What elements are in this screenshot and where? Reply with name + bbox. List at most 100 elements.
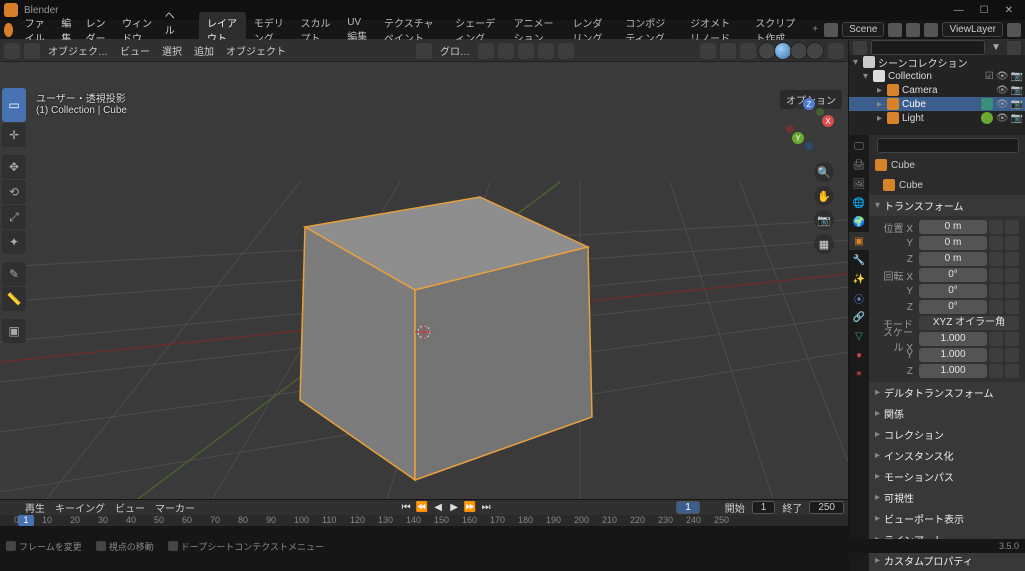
play-button[interactable]: ▶ (447, 501, 461, 515)
header-menu-add[interactable]: 追加 (190, 43, 218, 58)
panel-header-viewport[interactable]: ▸ビューポート表示 (869, 508, 1025, 529)
tool-cursor[interactable]: ✛ (2, 123, 26, 147)
scale-y-field[interactable]: 1.000 (919, 348, 987, 362)
window-maximize-button[interactable]: ☐ (980, 5, 989, 16)
xray-icon[interactable] (740, 43, 756, 59)
mode-icon[interactable] (24, 43, 40, 59)
header-menu-object[interactable]: オブジェクト (222, 43, 290, 58)
start-frame-field[interactable]: 1 (752, 501, 776, 514)
lock-icon[interactable] (989, 284, 1003, 298)
outliner-scene-collection[interactable]: ▾ シーンコレクション (849, 55, 1025, 69)
prev-keyframe-button[interactable]: ⏪ (415, 501, 429, 515)
props-tab-viewlayer[interactable]: 🖼 (849, 175, 869, 193)
orientation-dropdown[interactable]: グロ… (436, 43, 474, 58)
collection-exclude-checkbox[interactable]: ☑ (985, 71, 994, 82)
loc-z-field[interactable]: 0 m (919, 252, 987, 266)
autokey-icon[interactable] (202, 501, 216, 515)
scene-del-icon[interactable] (906, 23, 920, 37)
shading-rendered-button[interactable] (806, 42, 824, 60)
panel-header-transform[interactable]: ▾トランスフォーム (869, 195, 1025, 216)
timeline-ruler[interactable]: 1 01020304050607080901001101201301401501… (0, 515, 848, 526)
pivot-icon[interactable] (478, 43, 494, 59)
panel-header-delta[interactable]: ▸デルタトランスフォーム (869, 382, 1025, 403)
playhead[interactable]: 1 (18, 515, 34, 526)
outliner-camera[interactable]: ▸ Camera 👁📷 (849, 83, 1025, 97)
window-close-button[interactable]: ✕ (1005, 5, 1013, 16)
scale-z-field[interactable]: 1.000 (919, 364, 987, 378)
nav-camera-button[interactable]: 📷 (814, 210, 834, 230)
current-frame-field[interactable]: 1 (676, 501, 700, 514)
anim-icon[interactable] (1005, 284, 1019, 298)
snap-target-icon[interactable] (518, 43, 534, 59)
panel-header-custom[interactable]: ▸カスタムプロパティ (869, 550, 1025, 571)
viewlayer-browse-icon[interactable] (924, 23, 938, 37)
viewlayer-new-icon[interactable] (1007, 23, 1021, 37)
lock-icon[interactable] (989, 364, 1003, 378)
anim-icon[interactable] (1005, 300, 1019, 314)
lock-icon[interactable] (989, 332, 1003, 346)
render-icon[interactable]: 📷 (1011, 85, 1023, 96)
anim-icon[interactable] (1005, 364, 1019, 378)
properties-crumb-1[interactable]: Cube (869, 155, 1025, 175)
anim-icon[interactable] (1005, 348, 1019, 362)
props-tab-modifiers[interactable]: 🔧 (849, 251, 869, 269)
tool-annotate[interactable]: ✎ (2, 262, 26, 286)
props-tab-mesh[interactable]: ▽ (849, 327, 869, 345)
mode-dropdown[interactable]: オブジェク… (44, 43, 112, 58)
lock-icon[interactable] (989, 220, 1003, 234)
scene-name-field[interactable]: Scene (842, 22, 884, 37)
timeline-editor-icon[interactable] (4, 501, 18, 515)
anim-icon[interactable] (1005, 268, 1019, 282)
outliner-light[interactable]: ▸ Light 👁📷 (849, 111, 1025, 125)
viewlayer-name-field[interactable]: ViewLayer (942, 22, 1003, 37)
timeline-playback-menu[interactable]: 再生 (22, 500, 48, 515)
outliner-display-mode-icon[interactable] (853, 41, 867, 55)
next-keyframe-button[interactable]: ⏩ (463, 501, 477, 515)
header-menu-select[interactable]: 選択 (158, 43, 186, 58)
outliner-collection[interactable]: ▾ Collection ☑👁📷 (849, 69, 1025, 83)
props-tab-render[interactable]: 🖵 (849, 137, 869, 155)
outliner-search-input[interactable] (871, 40, 985, 55)
outliner-new-collection-icon[interactable] (1007, 41, 1021, 55)
header-menu-view[interactable]: ビュー (116, 43, 154, 58)
anim-icon[interactable] (1005, 236, 1019, 250)
jump-start-button[interactable]: ⏮ (399, 501, 413, 515)
lock-icon[interactable] (989, 268, 1003, 282)
rot-y-field[interactable]: 0° (919, 284, 987, 298)
panel-header-motionpath[interactable]: ▸モーションパス (869, 466, 1025, 487)
nav-pan-button[interactable]: ✋ (814, 186, 834, 206)
lock-icon[interactable] (989, 300, 1003, 314)
timeline-keying-menu[interactable]: キーイング (52, 500, 108, 515)
visibility-eye-icon[interactable]: 👁 (996, 113, 1009, 124)
anim-icon[interactable] (1005, 332, 1019, 346)
scale-x-field[interactable]: 1.000 (919, 332, 987, 346)
anim-icon[interactable] (1005, 252, 1019, 266)
editor-type-icon[interactable] (4, 43, 20, 59)
properties-crumb-2[interactable]: Cube (869, 175, 1025, 195)
tool-measure[interactable]: 📏 (2, 287, 26, 311)
tool-select-box[interactable]: ▭ (2, 88, 26, 122)
props-tab-texture[interactable]: ✶ (849, 365, 869, 383)
props-tab-object[interactable]: ▣ (849, 232, 869, 250)
jump-end-button[interactable]: ⏭ (479, 501, 493, 515)
timeline-marker-menu[interactable]: マーカー (152, 500, 198, 515)
render-icon[interactable]: 📷 (1011, 113, 1023, 124)
rot-x-field[interactable]: 0° (919, 268, 987, 282)
render-icon[interactable]: 📷 (1011, 71, 1023, 82)
rot-z-field[interactable]: 0° (919, 300, 987, 314)
panel-header-collections[interactable]: ▸コレクション (869, 424, 1025, 445)
timeline-view-menu[interactable]: ビュー (112, 500, 148, 515)
tool-scale[interactable]: ⤢ (2, 205, 26, 229)
tool-transform[interactable]: ✦ (2, 230, 26, 254)
window-minimize-button[interactable]: — (954, 5, 964, 16)
workspace-add-button[interactable]: + (806, 24, 824, 35)
loc-y-field[interactable]: 0 m (919, 236, 987, 250)
props-tab-output[interactable]: 🖨 (849, 156, 869, 174)
show-gizmo-icon[interactable] (700, 43, 716, 59)
outliner-filter-icon[interactable]: ▼ (989, 41, 1003, 55)
render-icon[interactable]: 📷 (1011, 99, 1023, 110)
propfall-icon[interactable] (558, 43, 574, 59)
3d-viewport[interactable]: オプション (0, 62, 848, 499)
scene-browse-icon[interactable] (824, 23, 838, 37)
props-tab-particles[interactable]: ✨ (849, 270, 869, 288)
